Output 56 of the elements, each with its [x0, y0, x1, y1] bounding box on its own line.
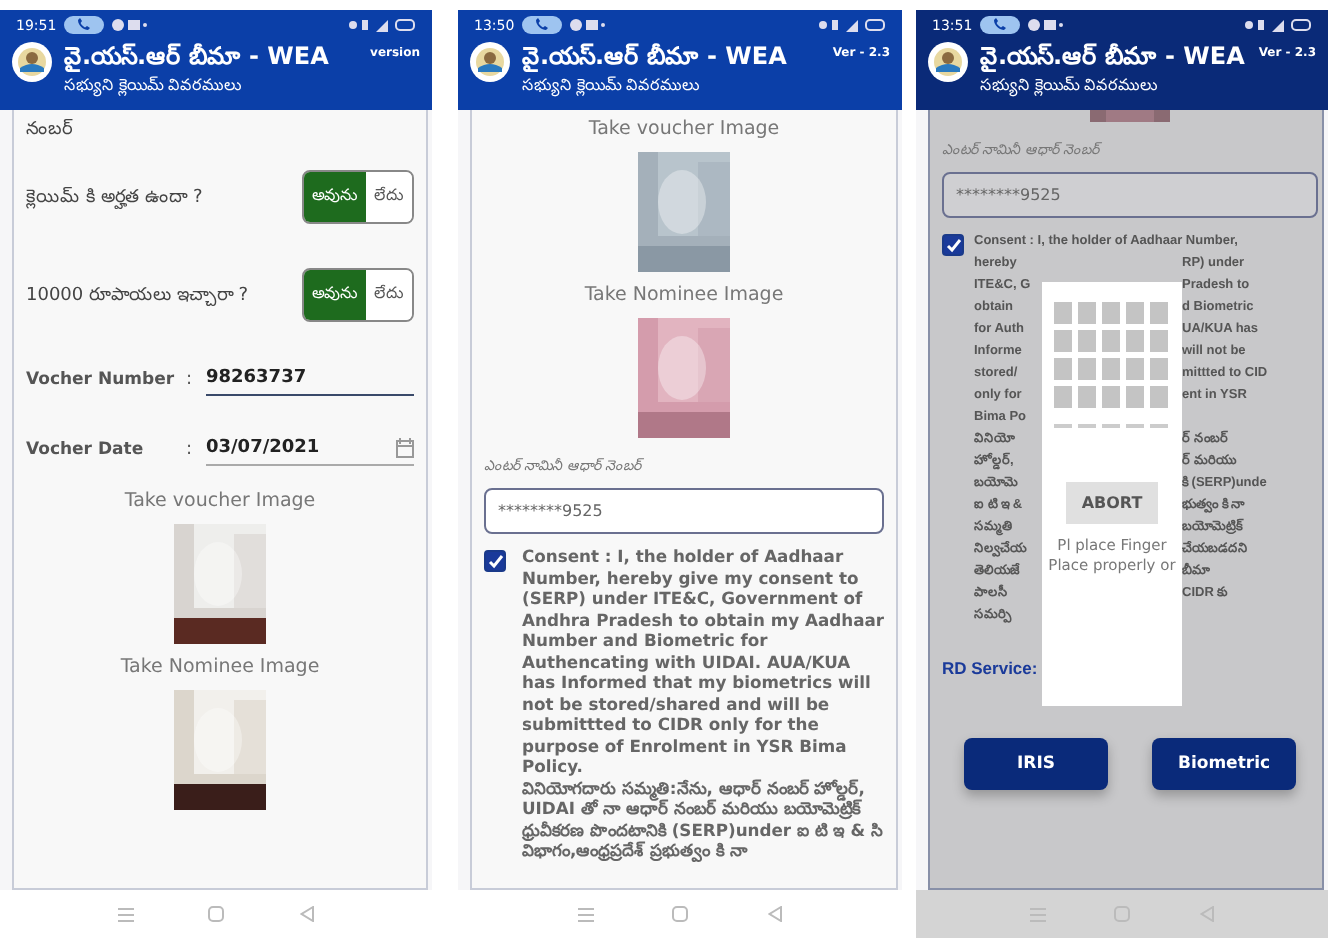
signal-battery-icon [348, 18, 416, 32]
logo-icon [470, 42, 510, 82]
image-caption: Take voucher Image [586, 118, 782, 140]
checkbox[interactable] [484, 550, 506, 572]
colon: : [186, 369, 195, 389]
call-icon [522, 16, 563, 34]
field-label: Vocher Date [26, 439, 146, 459]
back-icon[interactable] [300, 906, 315, 922]
back-icon[interactable] [768, 906, 783, 922]
signal-battery-icon [1244, 18, 1312, 32]
input-field[interactable]: ********9525 [942, 172, 1318, 218]
logo-icon [12, 42, 52, 82]
call-icon [64, 16, 105, 34]
section-label: RD Service: [942, 658, 1040, 678]
toggle-option[interactable]: లేదు [366, 270, 412, 320]
colon: : [186, 439, 195, 459]
back-icon[interactable] [1199, 906, 1214, 922]
home-icon[interactable] [1114, 906, 1131, 922]
notification-icons [1028, 18, 1065, 32]
logo-icon [928, 42, 968, 82]
call-icon [980, 16, 1021, 34]
app-title: వై.యస్.ఆర్ బీమా - WEA [980, 42, 1247, 76]
consent-text: Consent : I, the holder of Aadhaar Number, hereby give my consent to (SERP) under ITE&C, Government of Andhra Pradesh to obtain my Aadhaar Number and Biometric for Authencating with UIDAI. AUA/KUA has Informed that my biometrics will not be stored/shared and will be submittted to CIDR only for the purpose of Enrolment in YSR Bima Policy. [522, 546, 884, 777]
calendar-icon[interactable] [396, 438, 414, 458]
field-label: నంబర్ [26, 118, 75, 142]
consent-text: వినియోగదారు సమ్మతి:నేను, ఆధార్ నంబర్ హోల్డర్, UIDAI తో నా ఆధార్ నంబర్ మరియు బయోమెట్రిక్ ధ్రువీకరణ పొందటానికి (SERP)under ఐ టి ఇ & సి విభాగం,ఆంధ్రప్రదేశ్ ప్రభుత్వం కి నా [522, 777, 884, 861]
menu-icon[interactable] [1030, 907, 1047, 921]
app-subtitle: సభ్యుని క్లెయిమ్ వివరములు [64, 76, 245, 98]
notification-icons [112, 18, 149, 32]
date-field[interactable]: 03/07/2021 [206, 432, 414, 466]
signal-battery-icon [818, 18, 886, 32]
question-label: 10000 రూపాయలు ఇచ్చారా ? [26, 283, 248, 307]
action-button[interactable]: IRIS [964, 738, 1108, 790]
menu-icon[interactable] [577, 907, 594, 921]
image-caption: Take voucher Image [122, 490, 318, 512]
checkbox[interactable] [942, 234, 964, 256]
question-label: క్లెయిమ్ కి అర్హత ఉందా ? [26, 185, 203, 209]
grid-icon [1052, 302, 1172, 430]
input-field[interactable]: 98263737 [206, 362, 414, 396]
toggle-option[interactable]: లేదు [366, 172, 412, 222]
toggle-option[interactable]: అవును [304, 172, 366, 222]
app-subtitle: సభ్యుని క్లెయిమ్ వివరములు [522, 76, 703, 98]
field-label: Vocher Number [26, 369, 177, 389]
menu-icon[interactable] [117, 907, 134, 921]
input-field[interactable]: ********9525 [484, 488, 884, 534]
home-icon[interactable] [208, 906, 225, 922]
app-title: వై.యస్.ఆర్ బీమా - WEA [522, 42, 789, 76]
abort-button[interactable]: ABORT [1065, 482, 1159, 524]
image-caption: Take Nominee Image [118, 656, 322, 678]
home-icon[interactable] [672, 906, 689, 922]
app-title: వై.యస్.ఆర్ బీమా - WEA [64, 42, 331, 76]
app-subtitle: సభ్యుని క్లెయిమ్ వివరములు [980, 76, 1161, 98]
image-caption: Take Nominee Image [582, 284, 786, 306]
action-button[interactable]: Biometric [1152, 738, 1296, 790]
toggle-option[interactable]: అవును [304, 270, 366, 320]
notification-icons [570, 18, 607, 32]
